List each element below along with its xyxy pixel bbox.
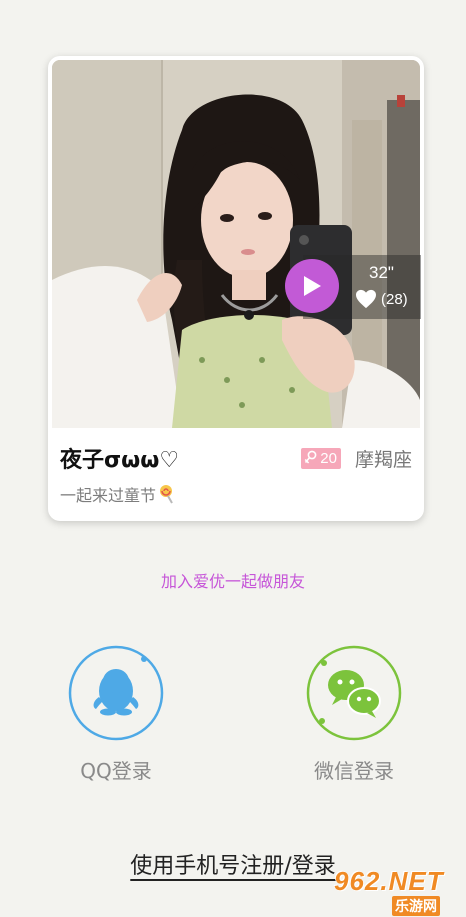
site-watermark: 962.NET 乐游网 [330, 866, 464, 916]
zodiac-sign: 摩羯座 [354, 448, 412, 471]
tagline: 加入爱优一起做朋友 [160, 572, 305, 591]
wechat-ring [306, 645, 402, 741]
female-icon [304, 450, 317, 464]
wechat-login-button[interactable]: 微信登录 [304, 645, 404, 784]
phone-login-label[interactable]: 使用手机号注册/登录 [130, 854, 335, 879]
profile-name-row: 夜子σωω♡ 20 摩羯座 [60, 440, 412, 476]
qq-login-label: QQ登录 [80, 759, 152, 783]
wechat-login-label: 微信登录 [314, 759, 394, 783]
qq-penguin-icon [93, 669, 139, 716]
likes-count: (28) [381, 290, 408, 308]
likes-count-group[interactable]: (28) [355, 289, 408, 309]
qq-login-button[interactable]: QQ登录 [66, 645, 166, 784]
play-icon [304, 276, 321, 296]
signature-text: 一起来过童节 [60, 486, 157, 505]
heart-icon [356, 289, 376, 309]
profile-photo[interactable] [52, 60, 420, 428]
qq-login-circle[interactable] [68, 645, 164, 741]
wechat-icon [328, 670, 381, 718]
wechat-login-circle[interactable] [306, 645, 402, 741]
qq-ring [68, 645, 164, 741]
play-button[interactable] [285, 259, 339, 313]
watermark-brand: 962.NET [334, 866, 444, 896]
profile-card[interactable]: 32" (28) 夜子σωω♡ 20 摩羯座 一起来过童节 [48, 56, 424, 521]
age-value: 20 [320, 449, 337, 467]
profile-signature: 一起来过童节 [60, 482, 175, 506]
video-intro-overlay[interactable]: 32" (28) [283, 255, 421, 319]
video-duration: 32" [369, 263, 394, 282]
age-badge: 20 [301, 447, 341, 469]
user-nickname: 夜子σωω♡ [60, 448, 180, 473]
watermark-sub: 乐游网 [392, 896, 440, 916]
profile-photo-illustration [52, 60, 420, 428]
lollipop-icon [160, 485, 173, 504]
